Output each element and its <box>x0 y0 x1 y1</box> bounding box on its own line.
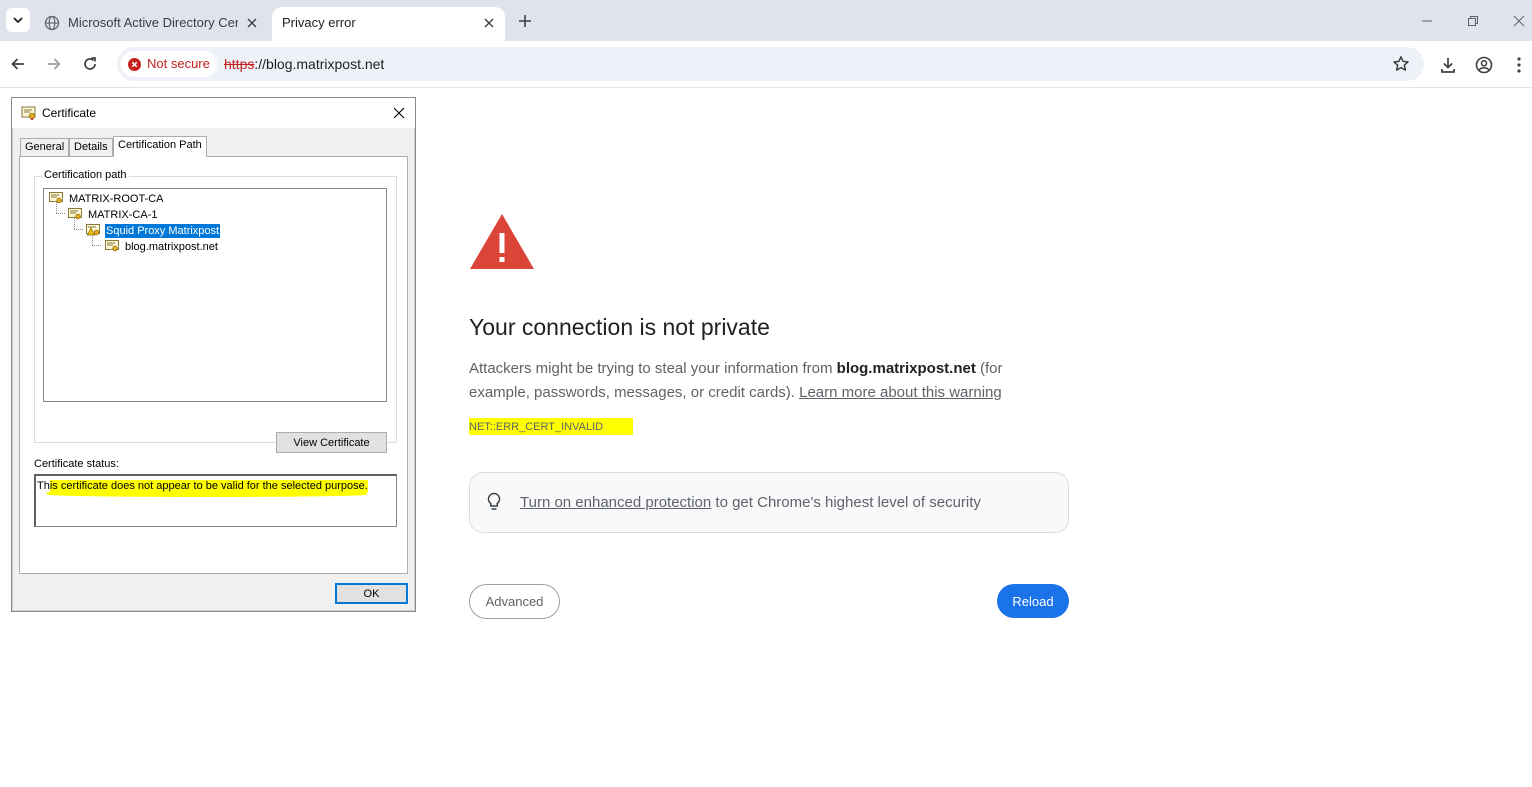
status-text-highlight: is certificate does not appear to be val… <box>49 480 368 492</box>
dialog-title: Certificate <box>42 106 97 120</box>
url-scheme: https <box>224 56 255 72</box>
new-tab-button[interactable] <box>514 10 536 32</box>
downloads-button[interactable] <box>1437 54 1459 76</box>
close-icon <box>484 18 494 28</box>
forward-button[interactable] <box>43 53 65 75</box>
desc-host: blog.matrixpost.net <box>836 360 976 377</box>
download-icon <box>1441 58 1455 73</box>
advanced-button[interactable]: Advanced <box>469 584 560 619</box>
url-text: https://blog.matrixpost.net <box>224 56 384 72</box>
warning-triangle-icon <box>470 214 534 269</box>
tab-search-button[interactable] <box>6 8 30 32</box>
enhanced-protection-banner: Turn on enhanced protection to get Chrom… <box>469 472 1069 533</box>
tab-privacy-error[interactable]: Privacy error <box>272 7 505 41</box>
error-title: Your connection is not private <box>469 314 770 340</box>
tab-adcs[interactable]: Microsoft Active Directory Certi <box>36 7 268 41</box>
tree-line <box>92 245 101 246</box>
lightbulb-icon <box>487 492 501 510</box>
tree-line <box>74 229 83 230</box>
highlight-mark <box>47 492 367 497</box>
not-secure-icon <box>128 58 141 71</box>
tree-node-label: MATRIX-ROOT-CA <box>69 193 164 205</box>
tab-certification-path[interactable]: Certification Path <box>113 136 207 157</box>
close-icon[interactable] <box>391 105 407 121</box>
star-icon[interactable] <box>1392 55 1410 73</box>
certificate-status-text: This certificate does not appear to be v… <box>37 479 368 493</box>
window-close-button[interactable] <box>1507 10 1531 32</box>
plus-icon <box>519 15 531 27</box>
ok-button[interactable]: OK <box>335 583 408 604</box>
tab-close-button[interactable] <box>244 15 260 31</box>
arrow-left-icon <box>11 58 24 70</box>
tab-strip: Microsoft Active Directory Certi Privacy… <box>0 0 1532 41</box>
certificate-icon <box>21 106 36 121</box>
back-button[interactable] <box>7 53 29 75</box>
address-bar[interactable]: Not secure https://blog.matrixpost.net <box>117 47 1424 81</box>
minimize-button[interactable] <box>1415 10 1439 32</box>
certification-path-group: MATRIX-ROOT-CA MATRIX-CA-1 Squid Proxy M… <box>34 176 397 453</box>
restore-icon <box>1468 16 1478 26</box>
certification-path-panel: MATRIX-ROOT-CA MATRIX-CA-1 Squid Proxy M… <box>19 156 408 574</box>
group-label: Certification path <box>42 169 129 182</box>
tab-title: Microsoft Active Directory Certi <box>68 15 238 30</box>
desc-text: Attackers might be trying to steal your … <box>469 360 837 377</box>
tab-title: Privacy error <box>282 15 356 30</box>
error-description: Attackers might be trying to steal your … <box>469 357 1029 405</box>
certificate-icon <box>68 208 82 220</box>
tree-node-label: Squid Proxy Matrixpost <box>105 224 221 238</box>
kebab-menu-icon <box>1517 57 1521 73</box>
error-code[interactable]: NET::ERR_CERT_INVALID <box>469 418 633 435</box>
enhanced-protection-text: Turn on enhanced protection to get Chrom… <box>520 493 981 513</box>
tab-details[interactable]: Details <box>69 138 113 156</box>
certificate-dialog: Certificate General Details Certificatio… <box>11 97 416 612</box>
arrow-right-icon <box>48 58 61 70</box>
refresh-icon <box>84 57 96 70</box>
close-icon <box>1513 15 1525 27</box>
certificate-status-label: Certificate status: <box>34 458 119 470</box>
profile-icon <box>1475 56 1493 74</box>
certificate-status-box[interactable]: This certificate does not appear to be v… <box>34 474 397 527</box>
security-chip-label: Not secure <box>147 56 210 71</box>
profile-button[interactable] <box>1473 54 1495 76</box>
enhanced-protection-rest: to get Chrome's highest level of securit… <box>711 494 981 511</box>
url-host: ://blog.matrixpost.net <box>254 56 385 72</box>
certificate-icon <box>105 240 119 252</box>
learn-more-link[interactable]: Learn more about this warning <box>799 384 1002 401</box>
certificate-warning-icon <box>86 224 100 236</box>
security-chip[interactable]: Not secure <box>121 51 217 77</box>
status-text-first: Th <box>37 480 50 492</box>
certification-path-tree[interactable]: MATRIX-ROOT-CA MATRIX-CA-1 Squid Proxy M… <box>43 188 387 402</box>
tab-close-button[interactable] <box>481 15 497 31</box>
reload-button[interactable]: Reload <box>997 584 1069 618</box>
dialog-titlebar[interactable]: Certificate <box>12 98 415 128</box>
toolbar: Not secure https://blog.matrixpost.net <box>0 41 1532 88</box>
tree-line <box>56 213 65 214</box>
reload-page-button[interactable] <box>79 53 101 75</box>
tree-node-label: MATRIX-CA-1 <box>88 209 158 221</box>
chevron-down-icon <box>13 17 23 24</box>
menu-button[interactable] <box>1508 54 1530 76</box>
minimize-icon <box>1422 20 1432 22</box>
restore-button[interactable] <box>1461 10 1485 32</box>
enhanced-protection-link[interactable]: Turn on enhanced protection <box>520 494 711 511</box>
close-icon <box>247 18 257 28</box>
view-certificate-button[interactable]: View Certificate <box>276 432 387 453</box>
tab-general[interactable]: General <box>20 138 70 156</box>
globe-icon <box>44 15 60 31</box>
certificate-icon <box>49 192 63 204</box>
tree-node-label: blog.matrixpost.net <box>125 241 218 253</box>
